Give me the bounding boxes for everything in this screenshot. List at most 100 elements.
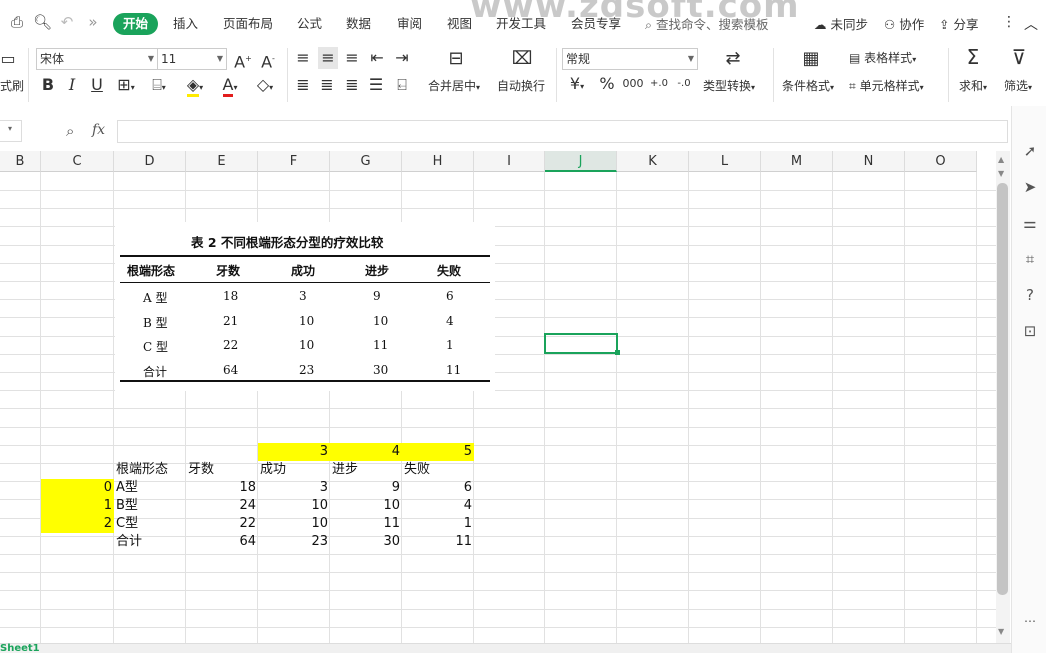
conditional-format-button[interactable]: 条件格式▾ bbox=[782, 77, 834, 94]
align-bottom-icon[interactable]: ≡ bbox=[344, 49, 360, 67]
font-size-select[interactable]: 11 ▼ bbox=[157, 48, 227, 70]
data-cell[interactable]: 30 bbox=[330, 533, 402, 551]
data-cell[interactable]: 10 bbox=[330, 497, 402, 515]
help-icon[interactable]: ? bbox=[1021, 286, 1039, 304]
data-cell[interactable]: 合计 bbox=[114, 533, 186, 551]
header-cell[interactable]: 牙数 bbox=[186, 461, 258, 479]
column-header-i[interactable]: I bbox=[474, 151, 545, 172]
active-cell[interactable] bbox=[544, 333, 618, 354]
tab-page-layout[interactable]: 页面布局 bbox=[223, 14, 273, 34]
print-preview-icon[interactable]: 🔍︎ bbox=[33, 13, 52, 31]
sum-button[interactable]: 求和▾ bbox=[959, 77, 987, 94]
wrap-text-icon[interactable]: ⌧ bbox=[507, 50, 537, 68]
header-cell[interactable]: 失败 bbox=[402, 461, 474, 479]
vertical-scrollbar[interactable]: ▲ ▼ ▼ bbox=[996, 151, 1010, 643]
sum-icon[interactable]: Σ bbox=[962, 47, 984, 67]
currency-icon[interactable]: ¥▾ bbox=[565, 75, 589, 96]
scroll-up-icon[interactable]: ▲ bbox=[998, 155, 1004, 164]
tab-review[interactable]: 审阅 bbox=[397, 14, 422, 34]
row-index-cell[interactable]: 1 bbox=[41, 497, 114, 515]
align-center-icon[interactable]: ≣ bbox=[319, 76, 335, 94]
rocket-icon[interactable]: ➚ bbox=[1021, 142, 1039, 160]
data-cell[interactable]: 9 bbox=[330, 479, 402, 497]
formula-input[interactable] bbox=[117, 120, 1008, 143]
sliders-icon[interactable]: ⚌ bbox=[1021, 214, 1039, 232]
fx-icon[interactable]: fx bbox=[92, 122, 105, 138]
column-header-h[interactable]: H bbox=[402, 151, 474, 172]
tab-data[interactable]: 数据 bbox=[346, 14, 371, 34]
data-cell[interactable]: 22 bbox=[186, 515, 258, 533]
bold-icon[interactable]: B bbox=[40, 76, 56, 94]
increase-decimal-icon[interactable]: +.0 bbox=[648, 75, 670, 93]
cursor-icon[interactable]: ➤ bbox=[1021, 178, 1039, 196]
thousands-icon[interactable]: 000 bbox=[622, 75, 644, 93]
data-cell[interactable]: 6 bbox=[402, 479, 474, 497]
pasted-table-image[interactable]: 表 2 不同根端形态分型的疗效比较 根端形态 牙数 成功 进步 失败 A 型 18… bbox=[115, 222, 495, 391]
decrease-indent-icon[interactable]: ⇤ bbox=[368, 49, 386, 67]
align-right-icon[interactable]: ≣ bbox=[344, 76, 360, 94]
percent-icon[interactable]: % bbox=[598, 75, 616, 93]
distribute-icon[interactable]: ⍇ bbox=[393, 76, 411, 94]
tab-insert[interactable]: 插入 bbox=[173, 14, 198, 34]
data-cell[interactable]: 11 bbox=[402, 533, 474, 551]
share-button[interactable]: ⇪ 分享 bbox=[939, 14, 978, 33]
data-cell[interactable]: 24 bbox=[186, 497, 258, 515]
scroll-down-small-icon[interactable]: ▼ bbox=[998, 169, 1004, 178]
header-cell[interactable]: 成功 bbox=[258, 461, 330, 479]
border-icon[interactable]: ⊞▾ bbox=[113, 76, 139, 97]
decrease-font-icon[interactable]: A- bbox=[258, 50, 278, 71]
header-cell[interactable]: 根端形态 bbox=[114, 461, 186, 479]
align-top-icon[interactable]: ≡ bbox=[295, 49, 311, 67]
index-cell[interactable]: 4 bbox=[330, 443, 402, 461]
fill-pattern-icon[interactable]: ⌸▾ bbox=[146, 76, 172, 97]
data-cell[interactable]: 23 bbox=[258, 533, 330, 551]
collab-button[interactable]: ⚇ 协作 bbox=[884, 14, 924, 33]
column-header-c[interactable]: C bbox=[41, 151, 114, 172]
row-index-cell[interactable]: 0 bbox=[41, 479, 114, 497]
table-style-button[interactable]: ▤ 表格样式▾ bbox=[849, 49, 916, 66]
index-cell[interactable]: 3 bbox=[258, 443, 330, 461]
image-icon[interactable]: ⊡ bbox=[1021, 322, 1039, 340]
sync-status[interactable]: ☁ 未同步 bbox=[814, 14, 868, 33]
type-convert-button[interactable]: 类型转换▾ bbox=[703, 77, 755, 94]
row-index-cell[interactable]: 2 bbox=[41, 515, 114, 533]
column-header-k[interactable]: K bbox=[617, 151, 689, 172]
conditional-format-icon[interactable]: ▦ bbox=[798, 50, 824, 68]
column-header-d[interactable]: D bbox=[114, 151, 186, 172]
data-cell[interactable]: 18 bbox=[186, 479, 258, 497]
decrease-decimal-icon[interactable]: -.0 bbox=[673, 75, 695, 93]
more-chevron-icon[interactable]: » bbox=[84, 13, 102, 31]
column-header-g[interactable]: G bbox=[330, 151, 402, 172]
data-cell[interactable]: 10 bbox=[258, 497, 330, 515]
undo-icon[interactable]: ↶ bbox=[58, 13, 76, 31]
data-cell[interactable]: 3 bbox=[258, 479, 330, 497]
data-cell[interactable]: A型 bbox=[114, 479, 186, 497]
data-cell[interactable]: 1 bbox=[402, 515, 474, 533]
align-middle-icon[interactable]: ≡ bbox=[318, 47, 338, 69]
column-header-n[interactable]: N bbox=[833, 151, 905, 172]
command-search[interactable]: ⌕ 查找命令、搜索模板 bbox=[645, 14, 769, 33]
fill-handle[interactable] bbox=[615, 350, 620, 355]
format-painter-label[interactable]: 式刷 bbox=[0, 77, 24, 94]
data-cell[interactable]: 64 bbox=[186, 533, 258, 551]
column-header-f[interactable]: F bbox=[258, 151, 330, 172]
cell-style-button[interactable]: ⌗ 单元格样式▾ bbox=[849, 77, 924, 94]
spreadsheet-grid[interactable]: BCDEFGHIJKLMNO 表 2 不同根端形态分型的疗效比较 根端形态 牙数… bbox=[0, 151, 996, 643]
tab-view[interactable]: 视图 bbox=[447, 14, 472, 34]
data-cell[interactable]: C型 bbox=[114, 515, 186, 533]
merge-center-button[interactable]: 合并居中▾ bbox=[428, 77, 480, 94]
auto-wrap-button[interactable]: 自动换行 bbox=[497, 77, 545, 94]
underline-icon[interactable]: U bbox=[89, 76, 105, 94]
justify-icon[interactable]: ☰ bbox=[368, 76, 384, 94]
zoom-icon[interactable]: ⌕ bbox=[66, 122, 74, 140]
column-header-b[interactable]: B bbox=[0, 151, 41, 172]
italic-icon[interactable]: I bbox=[64, 76, 80, 94]
data-cell[interactable]: 10 bbox=[258, 515, 330, 533]
type-convert-icon[interactable]: ⇄ bbox=[720, 50, 746, 68]
column-header-m[interactable]: M bbox=[761, 151, 833, 172]
more-dots-icon[interactable]: ⋯ bbox=[1021, 612, 1039, 630]
name-box[interactable]: ▾ bbox=[0, 120, 22, 142]
filter-button[interactable]: 筛选▾ bbox=[1004, 77, 1032, 94]
merge-center-icon[interactable]: ⊟ bbox=[441, 50, 471, 68]
column-header-j[interactable]: J bbox=[545, 151, 617, 172]
